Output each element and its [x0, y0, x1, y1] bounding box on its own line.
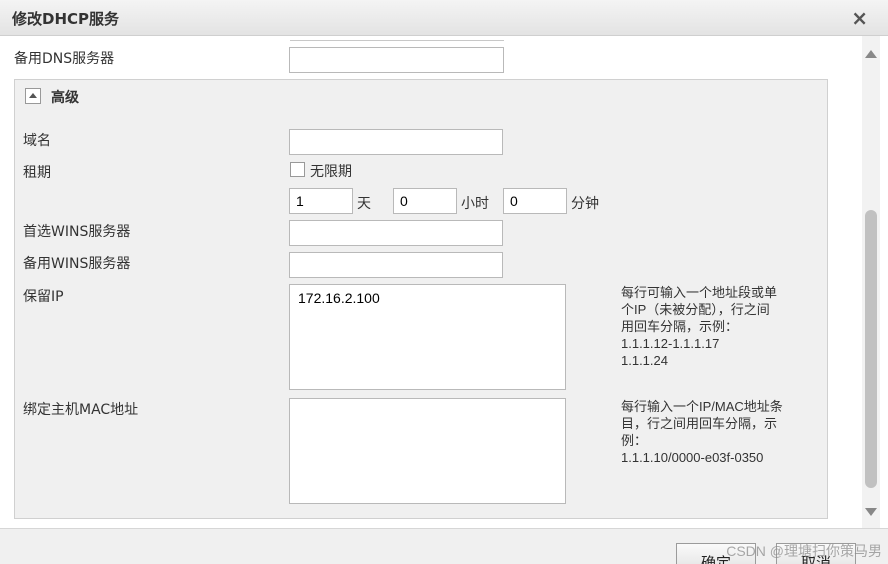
watermark: CSDN @理塘扫你策马男 — [726, 543, 882, 559]
close-icon[interactable]: × — [851, 6, 868, 30]
hint-line: 例： — [621, 433, 648, 448]
dhcp-dialog: 修改DHCP服务 × 备用DNS服务器 高级 域名 租期 无限期 天 小时 分钟… — [0, 0, 888, 564]
advanced-section: 高级 域名 租期 无限期 天 小时 分钟 首选WINS服务器 备用WINS服务器… — [14, 79, 828, 519]
dialog-footer: 确定 取消 CSDN @理塘扫你策马男 — [0, 528, 888, 564]
reserved-ip-hint: 每行可输入一个地址段或单 个IP（未被分配），行之间 用回车分隔，示例： 1.1… — [621, 284, 777, 369]
hint-line: 每行输入一个IP/MAC地址条 — [621, 399, 783, 414]
minutes-unit: 分钟 — [571, 196, 599, 212]
reserved-ip-textarea[interactable]: 172.16.2.100 — [289, 284, 566, 390]
lease-label: 租期 — [23, 165, 51, 181]
scroll-down-icon[interactable] — [865, 508, 877, 516]
dialog-title: 修改DHCP服务 — [12, 10, 120, 28]
primary-wins-label: 首选WINS服务器 — [23, 224, 131, 240]
lease-hours-input[interactable] — [393, 188, 457, 214]
unlimited-label: 无限期 — [310, 164, 352, 180]
unlimited-checkbox[interactable] — [290, 162, 305, 177]
primary-wins-input[interactable] — [289, 220, 503, 246]
bind-mac-hint: 每行输入一个IP/MAC地址条 目，行之间用回车分隔，示 例： 1.1.1.10… — [621, 398, 783, 466]
dialog-body: 备用DNS服务器 高级 域名 租期 无限期 天 小时 分钟 首选WINS服务器 … — [0, 36, 862, 528]
clipped-field-edge — [290, 40, 504, 41]
secondary-wins-input[interactable] — [289, 252, 503, 278]
reserved-ip-label: 保留IP — [23, 289, 64, 305]
scroll-thumb[interactable] — [865, 210, 877, 488]
hint-line: 1.1.1.10/0000-e03f-0350 — [621, 450, 764, 465]
bind-mac-textarea[interactable] — [289, 398, 566, 504]
bind-mac-label: 绑定主机MAC地址 — [23, 402, 139, 418]
scroll-up-icon[interactable] — [865, 50, 877, 58]
hint-line: 1.1.1.12-1.1.1.17 — [621, 336, 720, 351]
secondary-dns-label: 备用DNS服务器 — [14, 51, 115, 67]
secondary-wins-label: 备用WINS服务器 — [23, 256, 131, 272]
lease-minutes-input[interactable] — [503, 188, 567, 214]
domain-label: 域名 — [23, 133, 51, 149]
hint-line: 用回车分隔，示例： — [621, 319, 739, 334]
domain-input[interactable] — [289, 129, 503, 155]
vertical-scrollbar[interactable] — [862, 36, 880, 528]
collapse-toggle-icon[interactable] — [25, 88, 41, 104]
secondary-dns-input[interactable] — [289, 47, 504, 73]
hint-line: 每行可输入一个地址段或单 — [621, 285, 778, 300]
hours-unit: 小时 — [461, 196, 489, 212]
days-unit: 天 — [357, 196, 371, 212]
hint-line: 目，行之间用回车分隔，示 — [621, 416, 778, 431]
hint-line: 1.1.1.24 — [621, 353, 668, 368]
hint-line: 个IP（未被分配），行之间 — [621, 302, 770, 317]
advanced-section-title: 高级 — [51, 90, 79, 106]
dialog-titlebar: 修改DHCP服务 × — [0, 0, 888, 36]
lease-days-input[interactable] — [289, 188, 353, 214]
